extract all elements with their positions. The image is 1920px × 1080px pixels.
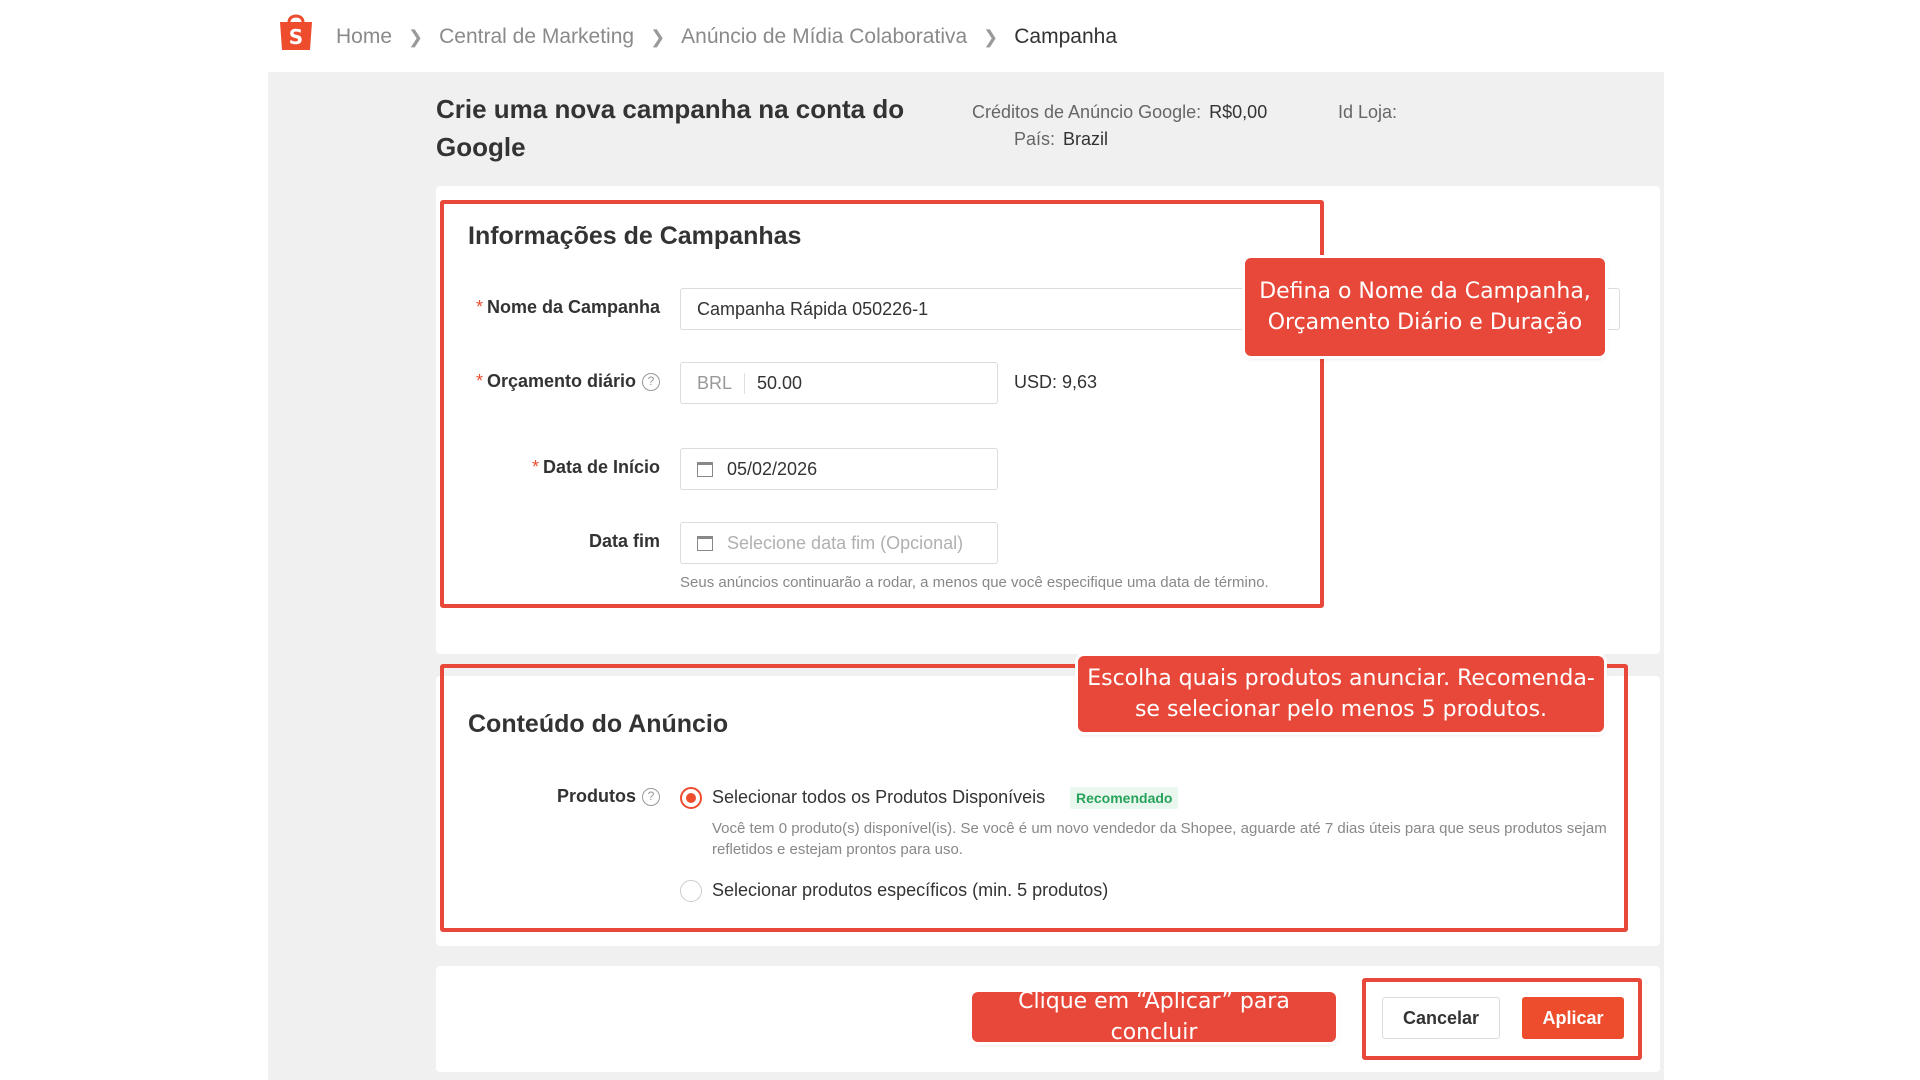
chevron-right-icon: ❯ — [408, 26, 424, 47]
tooltip-apply: Clique em “Aplicar” para concluir — [972, 989, 1336, 1045]
breadcrumb-marketing-center[interactable]: Central de Marketing — [439, 25, 634, 49]
breadcrumb-collab-ads[interactable]: Anúncio de Mídia Colaborativa — [681, 25, 967, 49]
svg-text:S: S — [289, 25, 303, 49]
campaign-info-highlight — [440, 200, 1324, 608]
country-value: Brazil — [1063, 129, 1109, 149]
country: País: Brazil — [1014, 129, 1108, 150]
breadcrumb-current: Campanha — [1014, 25, 1117, 48]
country-label: País: — [1014, 129, 1056, 149]
ads-credits-value: R$0,00 — [1209, 102, 1268, 122]
store-id: Id Loja: — [1338, 102, 1397, 123]
store-id-label: Id Loja: — [1338, 102, 1398, 122]
tooltip-products: Escolha quais produtos anunciar. Recomen… — [1078, 656, 1604, 732]
breadcrumb: Home ❯ Central de Marketing ❯ Anúncio de… — [336, 22, 1117, 52]
tooltip-campaign-info: Defina o Nome da Campanha, Orçamento Diá… — [1245, 258, 1605, 356]
shopee-logo-icon[interactable]: S — [278, 10, 314, 52]
ads-credits-label: Créditos de Anúncio Google: — [972, 102, 1202, 122]
chevron-right-icon: ❯ — [650, 26, 666, 47]
top-navigation: S Home ❯ Central de Marketing ❯ Anúncio … — [0, 0, 1920, 72]
breadcrumb-home[interactable]: Home — [336, 25, 392, 49]
page-title: Crie uma nova campanha na conta do Googl… — [436, 94, 905, 162]
actions-highlight — [1362, 978, 1642, 1060]
ads-credits: Créditos de Anúncio Google: R$0,00 — [972, 102, 1267, 123]
chevron-right-icon: ❯ — [983, 26, 999, 47]
